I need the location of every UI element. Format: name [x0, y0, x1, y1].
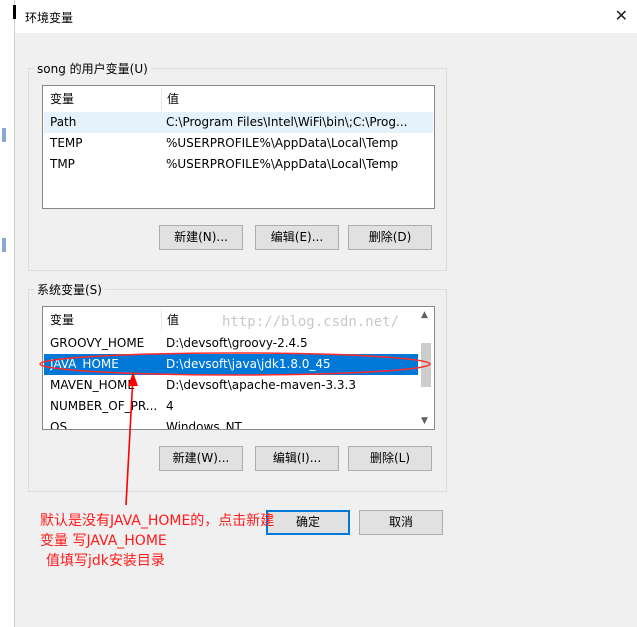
background-marker [2, 238, 6, 252]
system-new-button[interactable]: 新建(W)... [159, 446, 243, 471]
table-row[interactable]: MAVEN_HOME D:\devsoft\apache-maven-3.3.3 [44, 375, 418, 396]
variable-name: Path [50, 115, 77, 129]
header-value[interactable]: 值 [161, 88, 179, 110]
variable-name: MAVEN_HOME [50, 378, 135, 392]
scroll-down-icon[interactable]: ▼ [421, 416, 428, 426]
variable-value: 4 [166, 399, 174, 413]
background-window-edge [0, 0, 14, 627]
header-variable[interactable]: 变量 [50, 309, 74, 331]
system-edit-button[interactable]: 编辑(I)... [255, 446, 339, 471]
cancel-button[interactable]: 取消 [359, 510, 443, 535]
variable-value: D:\devsoft\apache-maven-3.3.3 [166, 378, 357, 392]
table-row[interactable]: NUMBER_OF_PR... 4 [44, 396, 418, 417]
user-edit-button[interactable]: 编辑(E)... [255, 225, 339, 250]
variable-value: %USERPROFILE%\AppData\Local\Temp [166, 136, 399, 150]
title-bar: 环境变量 ✕ [13, 0, 637, 33]
variable-name: NUMBER_OF_PR... [50, 399, 158, 413]
user-variables-list[interactable]: 变量 值 Path C:\Program Files\Intel\WiFi\bi… [42, 85, 435, 209]
close-icon[interactable]: ✕ [615, 6, 628, 25]
user-variables-label: song 的用户变量(U) [37, 62, 148, 76]
variable-value: D:\devsoft\java\jdk1.8.0_45 [166, 357, 331, 371]
variable-name: TMP [50, 157, 75, 171]
variable-name: OS [50, 420, 68, 430]
table-row[interactable]: TEMP %USERPROFILE%\AppData\Local\Temp [44, 133, 433, 154]
annotation-line-2: 变量 写JAVA_HOME [40, 533, 167, 549]
annotation-line-3: 值填写jdk安装目录 [46, 553, 165, 569]
background-marker [2, 128, 6, 142]
watermark: http://blog.csdn.net/ [222, 314, 400, 330]
variable-value: Windows_NT [166, 420, 242, 430]
annotation-line-1: 默认是没有JAVA_HOME的，点击新建 [40, 513, 275, 529]
vertical-scrollbar[interactable]: ▲ ▼ [419, 307, 434, 429]
table-row[interactable]: GROOVY_HOME D:\devsoft\groovy-2.4.5 [44, 333, 418, 354]
window-title: 环境变量 [25, 11, 74, 25]
table-row[interactable]: OS Windows_NT [44, 417, 418, 430]
variable-name: JAVA_HOME [50, 357, 119, 371]
variable-name: TEMP [50, 136, 83, 150]
table-row[interactable]: TMP %USERPROFILE%\AppData\Local\Temp [44, 154, 433, 175]
header-value[interactable]: 值 [161, 309, 179, 331]
title-accent [13, 5, 16, 19]
list-header: 变量 值 [44, 88, 433, 110]
variable-value: %USERPROFILE%\AppData\Local\Temp [166, 157, 399, 171]
scroll-up-icon[interactable]: ▲ [421, 310, 428, 320]
table-row[interactable]: Path C:\Program Files\Intel\WiFi\bin\;C:… [44, 112, 433, 133]
variable-value: C:\Program Files\Intel\WiFi\bin\;C:\Prog… [166, 115, 408, 129]
system-delete-button[interactable]: 删除(L) [348, 446, 432, 471]
variable-value: D:\devsoft\groovy-2.4.5 [166, 336, 308, 350]
user-new-button[interactable]: 新建(N)... [159, 225, 243, 250]
scroll-thumb[interactable] [421, 343, 431, 387]
variable-name: GROOVY_HOME [50, 336, 145, 350]
table-row-selected[interactable]: JAVA_HOME D:\devsoft\java\jdk1.8.0_45 [44, 354, 418, 375]
header-variable[interactable]: 变量 [50, 88, 74, 110]
system-variables-label: 系统变量(S) [37, 283, 102, 297]
user-delete-button[interactable]: 删除(D) [348, 225, 432, 250]
ok-button[interactable]: 确定 [266, 510, 350, 535]
